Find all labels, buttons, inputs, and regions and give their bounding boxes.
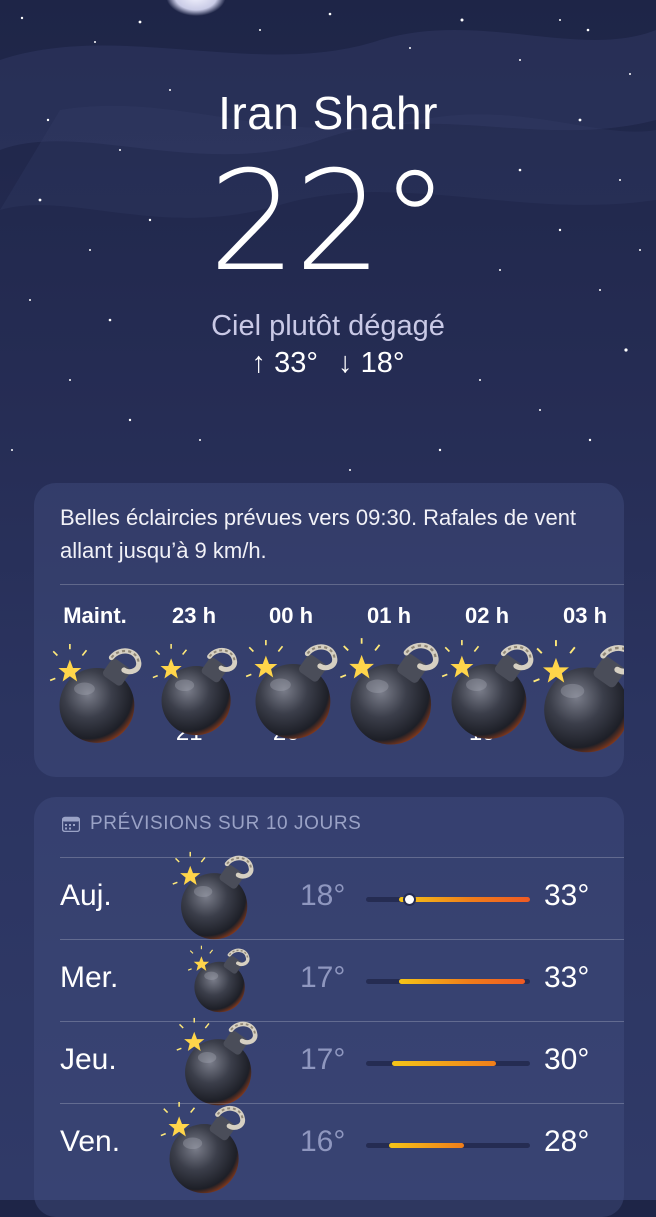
hourly-forecast-card[interactable]: Belles éclaircies prévues vers 09:30. Ra… (34, 483, 624, 777)
bomb-icon (174, 1017, 266, 1109)
current-temperature: 22° (208, 141, 450, 302)
hour-label: 23 h (171, 603, 217, 628)
hourly-summary: Belles éclaircies prévues vers 09:30. Ra… (60, 505, 577, 563)
bomb-icon (186, 945, 256, 1015)
hour-label: 03 h (562, 603, 608, 628)
forecast-row[interactable]: Auj. 18° 33° (34, 857, 624, 939)
hour-label: Maint. (63, 603, 127, 628)
temperature-range-fill (388, 1143, 465, 1148)
temperature-range-bar (366, 979, 530, 984)
divider (60, 584, 624, 585)
hour-label: 01 h (366, 603, 412, 628)
forecast-day: Jeu. (60, 1043, 117, 1076)
divider (60, 1021, 624, 1022)
divider (60, 939, 624, 940)
forecast-row[interactable]: Jeu. 17° 30° (34, 1021, 624, 1103)
temperature-range-bar (366, 1061, 530, 1066)
forecast-low: 18° (300, 879, 346, 912)
moon-icon (166, 0, 226, 16)
forecast-high: 30° (544, 1043, 590, 1076)
temperature-range-fill (398, 979, 526, 984)
forecast-low: 17° (300, 961, 346, 994)
high-temperature: ↑ 33° (251, 347, 318, 379)
bomb-icon (530, 639, 624, 757)
forecast-low: 16° (300, 1125, 346, 1158)
forecast-row[interactable]: Mer. 17° 33° (34, 939, 624, 1021)
calendar-icon (62, 816, 80, 832)
divider (60, 857, 624, 858)
high-low: ↑ 33° ↓ 18° (0, 347, 656, 380)
forecast-header: PRÉVISIONS SUR 10 JOURS (62, 813, 361, 835)
current-temperature-dot (405, 895, 415, 904)
temperature-range-fill (392, 1061, 496, 1066)
condition-text: Ciel plutôt dégagé (211, 310, 445, 342)
bomb-icon (243, 639, 347, 743)
ten-day-forecast-card[interactable]: PRÉVISIONS SUR 10 JOURS Auj. 18° 33° Mer. 17… (34, 797, 624, 1217)
forecast-low: 17° (300, 1043, 346, 1076)
forecast-day: Auj. (60, 879, 112, 912)
forecast-row[interactable]: Ven. 16° 28° (34, 1103, 624, 1185)
forecast-high: 33° (544, 961, 590, 994)
hour-label: 00 h (268, 603, 314, 628)
temperature-range-bar (366, 1143, 530, 1148)
city-name: Iran Shahr (218, 87, 438, 139)
bomb-icon (150, 643, 246, 739)
bomb-icon (47, 643, 151, 747)
bomb-icon (158, 1101, 254, 1197)
low-temperature: ↓ 18° (338, 347, 405, 379)
temperature-range-bar (366, 895, 530, 904)
forecast-day: Ven. (60, 1125, 121, 1158)
forecast-day: Mer. (60, 961, 119, 994)
bomb-icon (337, 637, 449, 749)
bomb-icon (439, 639, 543, 743)
forecast-high: 28° (544, 1125, 590, 1158)
forecast-header-label: PRÉVISIONS SUR 10 JOURS (90, 813, 362, 834)
forecast-high: 33° (544, 879, 590, 912)
hour-label: 02 h (464, 603, 510, 628)
temperature-range-fill (398, 897, 530, 902)
divider (60, 1103, 624, 1104)
bomb-icon (170, 851, 262, 943)
